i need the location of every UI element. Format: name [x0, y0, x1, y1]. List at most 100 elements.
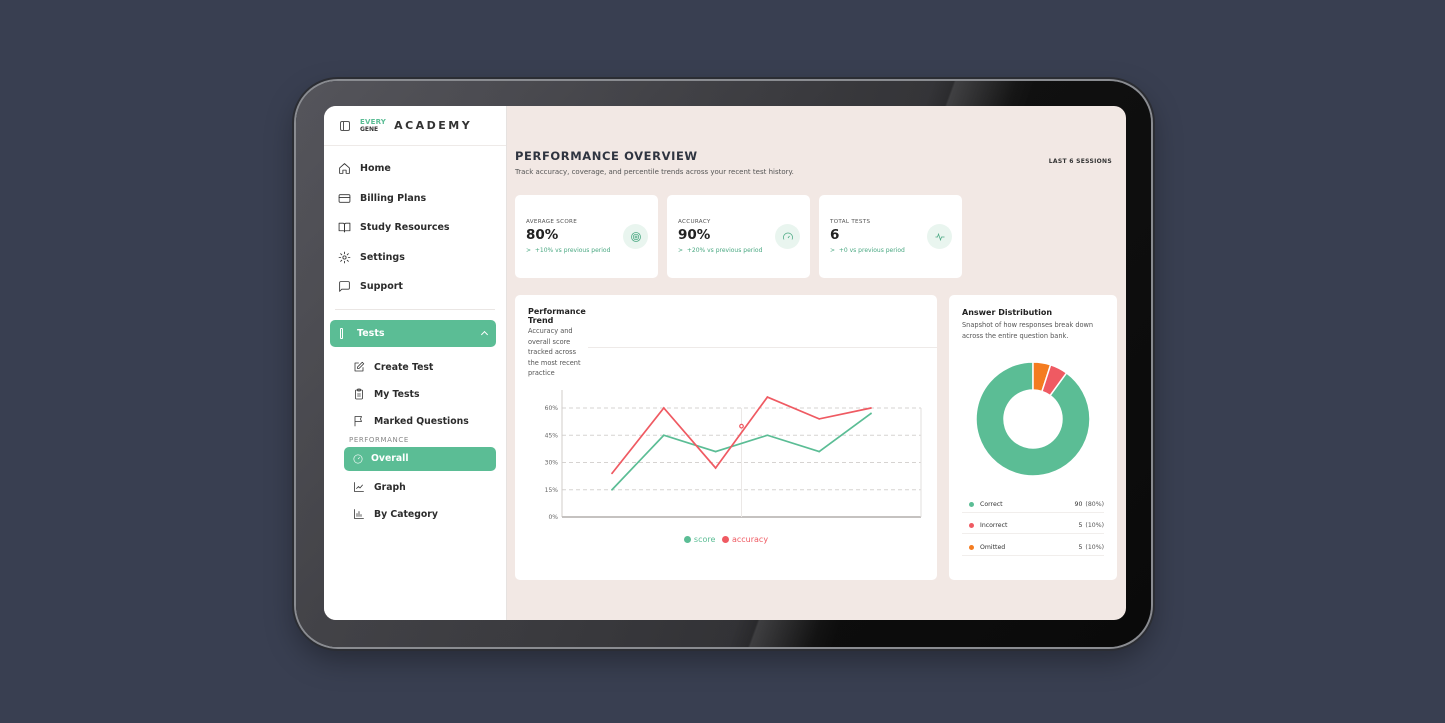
legend-dot — [683, 536, 691, 543]
performance-trend-card: Performance Trend Accuracy and overall s… — [515, 295, 937, 580]
row-amount: 90 — [1074, 500, 1083, 508]
home-icon — [339, 163, 350, 175]
data-point-score — [714, 450, 717, 453]
row-label: Incorrect — [980, 521, 1008, 529]
answer-distribution-card: Answer Distribution Snapshot of how resp… — [949, 295, 1117, 580]
stat-card-total-tests: TOTAL TESTS 6 > +0 vs previous period — [819, 195, 962, 278]
sidebar-divider — [335, 308, 495, 310]
sub-item-overall[interactable]: Overall — [344, 446, 496, 471]
chevron-up-icon — [480, 330, 489, 339]
legend-item-accuracy[interactable]: accuracy — [721, 535, 769, 544]
sub-item-label: Graph — [374, 481, 406, 493]
performance-section-label: PERFORMANCE — [349, 435, 409, 444]
nav-item-support[interactable]: Support — [324, 272, 506, 302]
y-tick-label: 30% — [545, 460, 559, 467]
distribution-donut-chart — [975, 361, 1091, 477]
y-tick-label: 15% — [545, 487, 559, 494]
sidebar-toggle-icon[interactable] — [340, 120, 350, 131]
row-percent: (10%) — [1085, 521, 1104, 529]
data-point-score — [611, 488, 613, 491]
nav-item-home[interactable]: Home — [324, 154, 506, 184]
distribution-row-incorrect: Incorrect 5 (10%) — [962, 517, 1104, 534]
sub-item-marked-questions[interactable]: Marked Questions — [344, 408, 506, 435]
nav-label: Billing Plans — [360, 192, 427, 204]
legend-dot — [969, 544, 974, 550]
y-tick-label: 45% — [545, 432, 559, 439]
distribution-row-omitted: Omitted 5 (10%) — [962, 539, 1104, 556]
row-amount: 5 — [1078, 543, 1083, 551]
data-point-accuracy — [766, 396, 769, 398]
data-point-score — [662, 434, 665, 437]
legend-dot — [969, 522, 974, 528]
data-point-score — [766, 434, 769, 437]
sub-item-graph[interactable]: Graph — [344, 474, 506, 501]
stat-value: 90% — [678, 227, 711, 243]
bar-chart-icon — [354, 509, 364, 519]
target-icon-svg — [630, 231, 641, 242]
distribution-title: Answer Distribution — [962, 308, 1053, 317]
tests-submenu: Create Test My Tests Marked Questions PE… — [324, 347, 506, 528]
gear-icon — [338, 251, 351, 264]
row-amount: 5 — [1078, 521, 1083, 529]
brand-logo: EVERY GENE — [360, 117, 387, 133]
edit-icon — [354, 361, 365, 372]
sub-item-label: Create Test — [374, 361, 434, 373]
message-icon — [339, 281, 350, 293]
stat-label: TOTAL TESTS — [830, 219, 871, 225]
brand-bar: EVERY GENE ACADEMY — [324, 106, 506, 146]
distribution-row-correct: Correct 90 (80%) — [962, 496, 1104, 513]
nav-label: Study Resources — [360, 222, 450, 234]
logo-bottom: GENE — [360, 125, 379, 133]
nav-item-settings[interactable]: Settings — [324, 243, 506, 273]
stat-label: AVERAGE SCORE — [526, 219, 578, 225]
legend-label: score — [693, 535, 716, 544]
gauge-icon — [353, 454, 363, 463]
nav-item-billing-plans[interactable]: Billing Plans — [324, 184, 506, 214]
sub-item-label: Overall — [371, 453, 409, 464]
data-point-accuracy — [662, 407, 665, 409]
legend-dot — [969, 501, 974, 507]
data-point-accuracy — [714, 467, 717, 469]
sub-item-label: Marked Questions — [374, 415, 469, 427]
main-nav: Home Billing Plans Study Resources Setti… — [324, 146, 506, 302]
highlight-point — [739, 423, 744, 429]
book-icon — [338, 222, 351, 233]
nav-label: Support — [360, 281, 403, 293]
row-label: Omitted — [980, 543, 1006, 551]
distribution-subtitle: Snapshot of how responses break down acr… — [962, 321, 1094, 340]
line-chart-icon — [354, 482, 364, 492]
clipboard-icon — [355, 388, 363, 400]
stat-change-text: +20% vs previous period — [686, 247, 763, 254]
data-point-accuracy — [870, 407, 872, 409]
page-subtitle: Track accuracy, coverage, and percentile… — [515, 168, 794, 176]
legend-label: accuracy — [731, 535, 769, 544]
gauge-icon — [775, 224, 800, 249]
stat-change: > +0 vs previous period — [830, 247, 905, 254]
stat-value: 80% — [526, 227, 559, 243]
sub-item-create-test[interactable]: Create Test — [344, 354, 506, 381]
brand-name: ACADEMY — [394, 119, 473, 132]
app-screen: EVERY GENE ACADEMY Home Billing Plans St… — [324, 106, 1126, 620]
activity-icon-svg — [935, 232, 944, 241]
nav-item-study-resources[interactable]: Study Resources — [324, 213, 506, 243]
credit-card-icon — [338, 194, 351, 203]
test-tube-icon — [340, 327, 343, 339]
target-icon — [623, 224, 648, 249]
row-percent: (80%) — [1085, 500, 1104, 508]
page-title: PERFORMANCE OVERVIEW — [515, 149, 698, 163]
data-point-accuracy — [818, 418, 821, 420]
data-point-score — [870, 412, 872, 415]
trend-legend: score accuracy — [515, 535, 937, 545]
stat-change-text: +0 vs previous period — [838, 247, 905, 254]
sessions-filter[interactable]: LAST 6 SESSIONS — [1049, 158, 1112, 165]
sub-item-by-category[interactable]: By Category — [344, 501, 506, 528]
tests-section-toggle[interactable]: Tests — [330, 319, 496, 347]
nav-label: Home — [360, 163, 391, 175]
legend-item-score[interactable]: score — [683, 535, 716, 544]
sub-item-my-tests[interactable]: My Tests — [344, 381, 506, 408]
sub-item-label: My Tests — [374, 388, 420, 400]
sidebar: EVERY GENE ACADEMY Home Billing Plans St… — [324, 106, 507, 620]
row-percent: (10%) — [1085, 543, 1104, 551]
trend-line-chart: 0% 15% 30% 45% 60% — [545, 390, 922, 521]
logo-top: EVERY — [360, 117, 387, 126]
